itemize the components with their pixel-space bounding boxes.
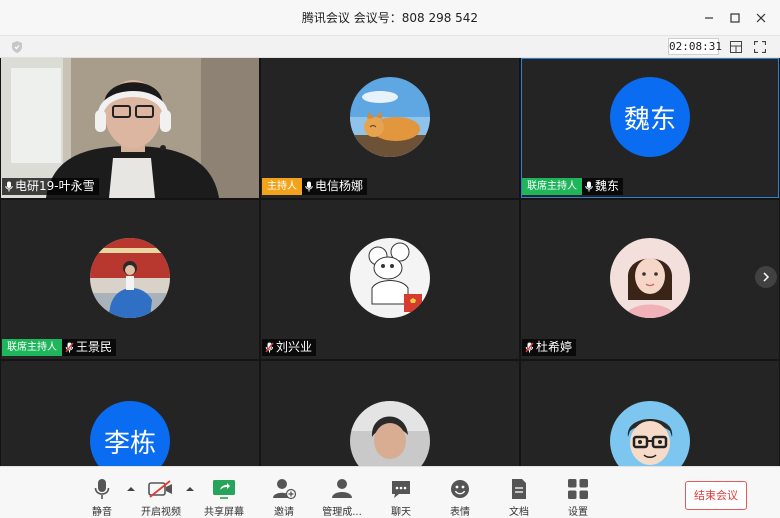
manage-members-button[interactable]: 管理成... [316, 476, 368, 518]
settings-button[interactable]: 设置 [552, 476, 604, 518]
window-controls [696, 0, 774, 36]
participant-label: 电研19-叶永雪 [2, 178, 99, 195]
share-label: 共享屏幕 [204, 507, 244, 518]
microphone-muted-icon [65, 342, 74, 353]
fullscreen-icon [754, 41, 766, 53]
participant-tile[interactable] [261, 361, 519, 466]
cat-photo [350, 77, 430, 157]
mute-button[interactable]: 静音 [76, 476, 128, 518]
participant-name: 电研19-叶永雪 [15, 179, 95, 193]
video-grid: 电研19-叶永雪 主持人 电信杨娜 魏东 联席主持人 魏东 联席主持人 王景民 … [0, 58, 780, 466]
cohost-badge: 联席主持人 [522, 178, 582, 195]
avatar: 魏东 [610, 77, 690, 157]
participant-tile[interactable]: 李栋 [1, 361, 259, 466]
participant-name: 刘兴业 [276, 340, 313, 354]
members-label: 管理成... [322, 507, 362, 518]
next-page-button[interactable] [755, 266, 777, 288]
meeting-timer: 02:08:31 [668, 38, 722, 55]
mute-label: 静音 [92, 507, 112, 518]
avatar [350, 77, 430, 157]
start-video-button[interactable]: 开启视频 [135, 476, 187, 518]
meeting-toolbar: 静音 开启视频 共享屏幕 邀请 管理成... 聊天 表情 文档 设置 结束会议 [0, 466, 780, 518]
emoji-label: 表情 [450, 507, 470, 518]
participant-tile[interactable]: 杜希婷 [521, 200, 779, 359]
minimize-icon [705, 17, 713, 19]
participant-tile[interactable]: 主持人 电信杨娜 [261, 58, 519, 198]
add-user-icon [273, 479, 296, 500]
documents-button[interactable]: 文档 [493, 476, 545, 518]
meeting-info-bar: 02:08:31 [0, 36, 780, 58]
reactions-button[interactable]: 表情 [434, 476, 486, 518]
maximize-button[interactable] [722, 5, 748, 31]
girl-photo [610, 238, 690, 318]
members-icon [332, 479, 352, 498]
avatar [350, 401, 430, 466]
video-label: 开启视频 [141, 507, 181, 518]
end-meeting-button[interactable]: 结束会议 [685, 481, 747, 510]
chat-icon [392, 481, 410, 498]
avatar [90, 238, 170, 318]
microphone-icon [5, 181, 13, 192]
microphone-muted-icon [265, 342, 274, 353]
participant-label: 杜希婷 [522, 339, 577, 356]
host-badge: 主持人 [262, 178, 302, 195]
participant-name: 电信杨娜 [315, 179, 364, 193]
cartoon-glasses [610, 401, 690, 466]
participant-name: 杜希婷 [536, 340, 573, 354]
settings-label: 设置 [568, 507, 588, 518]
close-button[interactable] [748, 5, 774, 31]
maximize-icon [730, 13, 740, 23]
participant-label: 刘兴业 [262, 339, 317, 356]
participant-tile[interactable]: 魏东 联席主持人 魏东 [521, 58, 779, 198]
cartoon-mouse [350, 238, 430, 318]
docs-label: 文档 [509, 507, 529, 518]
participant-label: 联席主持人 王景民 [2, 339, 117, 356]
video-camera-feed [1, 58, 259, 198]
invite-label: 邀请 [274, 507, 294, 518]
participant-label: 主持人 电信杨娜 [262, 178, 368, 195]
avatar [610, 401, 690, 466]
chat-button[interactable]: 聊天 [375, 476, 427, 518]
minimize-button[interactable] [696, 5, 722, 31]
share-screen-button[interactable]: 共享屏幕 [198, 476, 250, 518]
microphone-icon [305, 181, 313, 192]
title-bar: 腾讯会议 会议号：808 298 542 [0, 0, 780, 36]
avatar [350, 238, 430, 318]
document-icon [512, 479, 526, 499]
microphone-icon [585, 181, 593, 192]
grid-settings-icon [568, 479, 588, 499]
boy-photo [350, 401, 430, 466]
chat-label: 聊天 [391, 507, 411, 518]
microphone-icon [94, 479, 110, 499]
cohost-badge: 联席主持人 [2, 339, 62, 356]
layout-icon [730, 41, 742, 53]
emoji-icon [451, 480, 469, 498]
microphone-muted-icon [525, 342, 534, 353]
participant-tile[interactable]: 刘兴业 [261, 200, 519, 359]
participant-name: 魏东 [595, 179, 620, 193]
share-screen-icon [213, 480, 235, 499]
avatar [610, 238, 690, 318]
chevron-right-icon [763, 272, 770, 282]
caret-up-icon[interactable] [185, 485, 195, 493]
participant-tile[interactable]: 电研19-叶永雪 [1, 58, 259, 198]
fullscreen-button[interactable] [752, 39, 768, 55]
participant-label: 联席主持人 魏东 [522, 178, 624, 195]
close-icon [756, 13, 766, 23]
window-title: 腾讯会议 会议号：808 298 542 [301, 11, 479, 25]
invite-button[interactable]: 邀请 [258, 476, 310, 518]
participant-tile[interactable] [521, 361, 779, 466]
avatar: 李栋 [90, 401, 170, 466]
person-photo [90, 238, 170, 318]
participant-name: 王景民 [76, 340, 113, 354]
layout-button[interactable] [728, 39, 744, 55]
shield-icon[interactable] [10, 40, 24, 54]
video-off-icon [148, 480, 172, 498]
participant-tile[interactable]: 联席主持人 王景民 [1, 200, 259, 359]
